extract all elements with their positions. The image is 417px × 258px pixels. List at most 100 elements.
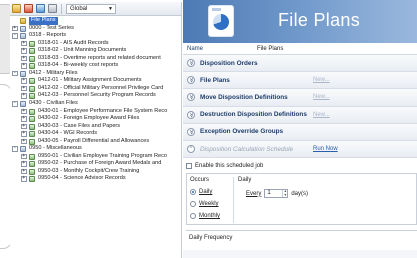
record-icon (29, 153, 35, 160)
new-folder-icon[interactable] (36, 4, 45, 13)
tree-item[interactable]: - 0318 - Reports (10, 32, 181, 40)
tree-item[interactable]: +0950-03 - Monthly Cockpit/Crew Training (10, 168, 181, 176)
occurs-options: Daily Weekly Monthly (190, 189, 230, 220)
occurs-option[interactable]: Monthly (190, 213, 230, 220)
tree-item-label: 0950-03 - Monthly Cockpit/Crew Training (38, 167, 140, 174)
occurs-radio[interactable] (190, 201, 196, 208)
tree-item[interactable]: +0430-05 - Payroll Differential and Allo… (10, 138, 181, 146)
expand-all-icon[interactable] (12, 4, 21, 13)
tree-item[interactable]: +0430-03 - Case Files and Papers (10, 123, 181, 131)
spin-arrows-icon[interactable]: ▲ ▼ (282, 189, 287, 198)
section-list: ≫ Disposition Orders ≫ File Plans New... ≫ Mov… (183, 55, 417, 159)
expand-plus-icon[interactable]: + (21, 154, 27, 160)
expand-plus-icon[interactable]: + (21, 123, 27, 130)
main-panel: File Plans Name File Plans ≫ Disposition … (183, 0, 417, 258)
section-header[interactable]: ≫ Disposition Orders (183, 55, 417, 73)
new-link[interactable]: New... (313, 112, 330, 118)
tree-item[interactable]: +0430-02 - Foreign Employee Award Files (10, 115, 181, 123)
new-link[interactable]: New... (313, 94, 330, 100)
properties-icon[interactable] (48, 4, 57, 13)
tree-item[interactable]: +0000 - Test Series (10, 25, 181, 33)
tree-item[interactable]: +0412-01 - Military Assignment Documents (10, 77, 181, 85)
tree-item[interactable]: File Plans (10, 17, 181, 25)
section-title: Exception Override Groups (200, 128, 284, 136)
daily-group: Daily Every 1 ▲ ▼ day(s) (233, 177, 413, 224)
record-icon (29, 131, 35, 138)
tree-toolbar: Global ▼ (10, 2, 181, 16)
tree-item-label: 0430 - Civilian Files (29, 100, 78, 107)
enable-job-label: Enable this scheduled job (195, 163, 264, 170)
series-icon (20, 146, 26, 153)
tree-item-label: 0950 - Miscellaneous (29, 145, 82, 152)
tree-item-label: 0412-02 - Official Military Personnel Pr… (38, 84, 164, 91)
tree-item[interactable]: +0950-04 - Science Advisor Records (10, 175, 181, 183)
every-days-stepper[interactable]: 1 ▲ ▼ (264, 189, 289, 199)
expand-plus-icon[interactable]: + (21, 40, 27, 47)
record-icon (29, 63, 35, 70)
expand-plus-icon[interactable]: + (21, 93, 27, 99)
collapse-chevron-icon[interactable]: ≫ (187, 76, 195, 85)
expand-plus-icon[interactable]: + (21, 48, 27, 54)
collapse-all-icon[interactable] (24, 4, 33, 13)
collapse-minus-icon[interactable]: - (12, 33, 18, 39)
section-header[interactable]: ≫ Move Disposition Definitions New... (183, 89, 417, 107)
tree-item[interactable]: +0430-01 - Employee Performance File Sys… (10, 108, 181, 116)
section-header[interactable]: ≫ Destruction Disposition Definitions New.… (183, 106, 417, 124)
run-now-link[interactable]: Run Now (313, 146, 338, 152)
collapse-minus-icon[interactable]: - (12, 71, 18, 77)
enable-job-checkbox[interactable] (186, 163, 192, 170)
section-header[interactable]: ⌃ Disposition Calculation Schedule Run Now (183, 140, 417, 159)
expand-chevron-icon[interactable]: ⌃ (187, 145, 195, 154)
collapse-chevron-icon[interactable]: ≫ (187, 93, 195, 102)
expand-plus-icon[interactable]: + (21, 63, 27, 69)
tree-item[interactable]: +0318-03 - Overtime reports and related … (10, 55, 181, 63)
occurs-option[interactable]: Daily (190, 189, 230, 196)
record-icon (29, 161, 35, 168)
section-header[interactable]: ≫ File Plans New... (183, 72, 417, 90)
occurs-radio[interactable] (190, 189, 196, 196)
collapse-minus-icon[interactable]: - (12, 146, 18, 152)
expand-plus-icon[interactable]: + (12, 25, 18, 32)
collapse-chevron-icon[interactable]: ≫ (187, 127, 195, 136)
record-icon (29, 123, 35, 130)
expand-plus-icon[interactable]: + (21, 108, 27, 115)
folder-icon (20, 18, 26, 24)
occurs-option[interactable]: Weekly (190, 201, 230, 208)
file-plan-logo-icon (209, 6, 233, 36)
collapse-chevron-icon[interactable]: ≫ (187, 59, 195, 68)
tree-item[interactable]: +0950-02 - Purchase of Foreign Award Med… (10, 160, 181, 168)
collapse-minus-icon[interactable]: - (12, 101, 18, 107)
expand-plus-icon[interactable]: + (21, 116, 27, 122)
tree-item[interactable]: +0318-01 - AIS Audit Records (10, 40, 181, 48)
tree-item[interactable]: +0412-03 - Personnel Security Program Re… (10, 92, 181, 100)
tree-item-label: 0000 - Test Series (29, 24, 74, 31)
record-icon (29, 48, 35, 55)
name-row: Name File Plans (183, 43, 417, 55)
occurs-radio[interactable] (190, 213, 196, 220)
new-link[interactable]: New... (313, 77, 330, 83)
tree-item[interactable]: +0412-02 - Official Military Personnel P… (10, 85, 181, 93)
tree-item-label: 0412-03 - Personnel Security Program Rec… (38, 92, 156, 99)
section-header[interactable]: ≫ Exception Override Groups (183, 123, 417, 141)
tree-item[interactable]: +0318-02 - Unit Manning Documents (10, 47, 181, 55)
expand-plus-icon[interactable]: + (21, 169, 27, 175)
tree-item[interactable]: - 0950 - Miscellaneous (10, 145, 181, 153)
record-icon (29, 138, 35, 145)
tree-list: File Plans +0000 - Test Series -0318 - Rep… (10, 16, 181, 183)
collapse-chevron-icon[interactable]: ≫ (187, 110, 195, 119)
expand-plus-icon[interactable]: + (21, 161, 27, 167)
tree-item[interactable]: +0430-04 - WGI Records (10, 130, 181, 138)
name-label: Name (187, 45, 204, 52)
tree-item-label: 0950-01 - Civilian Employee Training Pro… (38, 152, 168, 159)
expand-plus-icon[interactable]: + (21, 131, 27, 137)
expand-plus-icon[interactable]: + (21, 176, 27, 182)
tree-item[interactable]: +0950-01 - Civilian Employee Training Pr… (10, 153, 181, 161)
expand-plus-icon[interactable]: + (21, 86, 27, 92)
expand-plus-icon[interactable]: + (21, 78, 27, 84)
expand-plus-icon[interactable]: + (21, 138, 27, 145)
expand-plus-icon[interactable]: + (21, 55, 27, 62)
scope-select[interactable]: Global ▼ (66, 3, 116, 14)
tree-item[interactable]: +0318-04 - Bi-weekly cost reports (10, 62, 181, 70)
tree-item[interactable]: - 0430 - Civilian Files (10, 100, 181, 108)
tree-item[interactable]: - 0412 - Military Files (10, 70, 181, 78)
